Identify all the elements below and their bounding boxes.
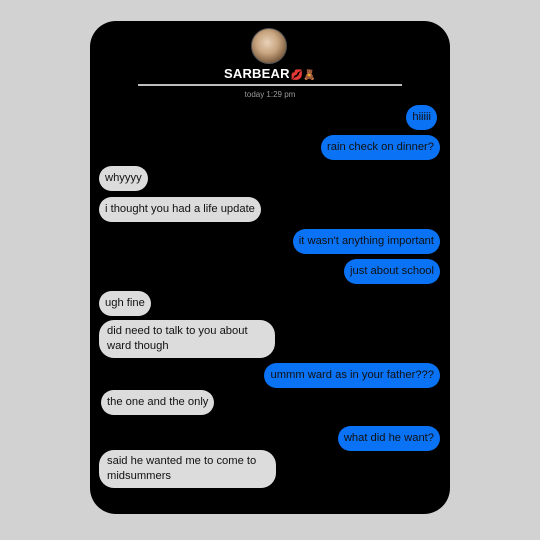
received-message[interactable]: said he wanted me to come to midsummers bbox=[99, 450, 276, 488]
contact-emoji: 💋🧸 bbox=[290, 70, 316, 81]
received-message[interactable]: whyyyy bbox=[99, 166, 148, 191]
received-message[interactable]: ugh fine bbox=[99, 291, 151, 316]
header-divider bbox=[138, 84, 402, 86]
message-thread-screen: SARBEAR💋🧸 today 1:29 pm hiiiii rain chec… bbox=[90, 21, 450, 514]
received-message[interactable]: did need to talk to you about ward thoug… bbox=[99, 320, 275, 358]
sent-message[interactable]: what did he want? bbox=[337, 426, 440, 451]
sent-message[interactable]: ummm ward as in your father??? bbox=[264, 363, 440, 388]
sent-message[interactable]: rain check on dinner? bbox=[321, 135, 440, 160]
sent-message[interactable]: just about school bbox=[344, 259, 440, 284]
received-message[interactable]: i thought you had a life update bbox=[99, 197, 261, 222]
contact-name-text: SARBEAR bbox=[224, 66, 290, 81]
sent-message[interactable]: hiiiii bbox=[406, 105, 437, 130]
sent-message[interactable]: it wasn't anything important bbox=[292, 229, 440, 254]
contact-avatar[interactable] bbox=[251, 28, 287, 64]
conversation-timestamp: today 1:29 pm bbox=[244, 90, 296, 99]
received-message[interactable]: the one and the only bbox=[101, 390, 215, 415]
contact-name[interactable]: SARBEAR💋🧸 bbox=[90, 66, 450, 81]
